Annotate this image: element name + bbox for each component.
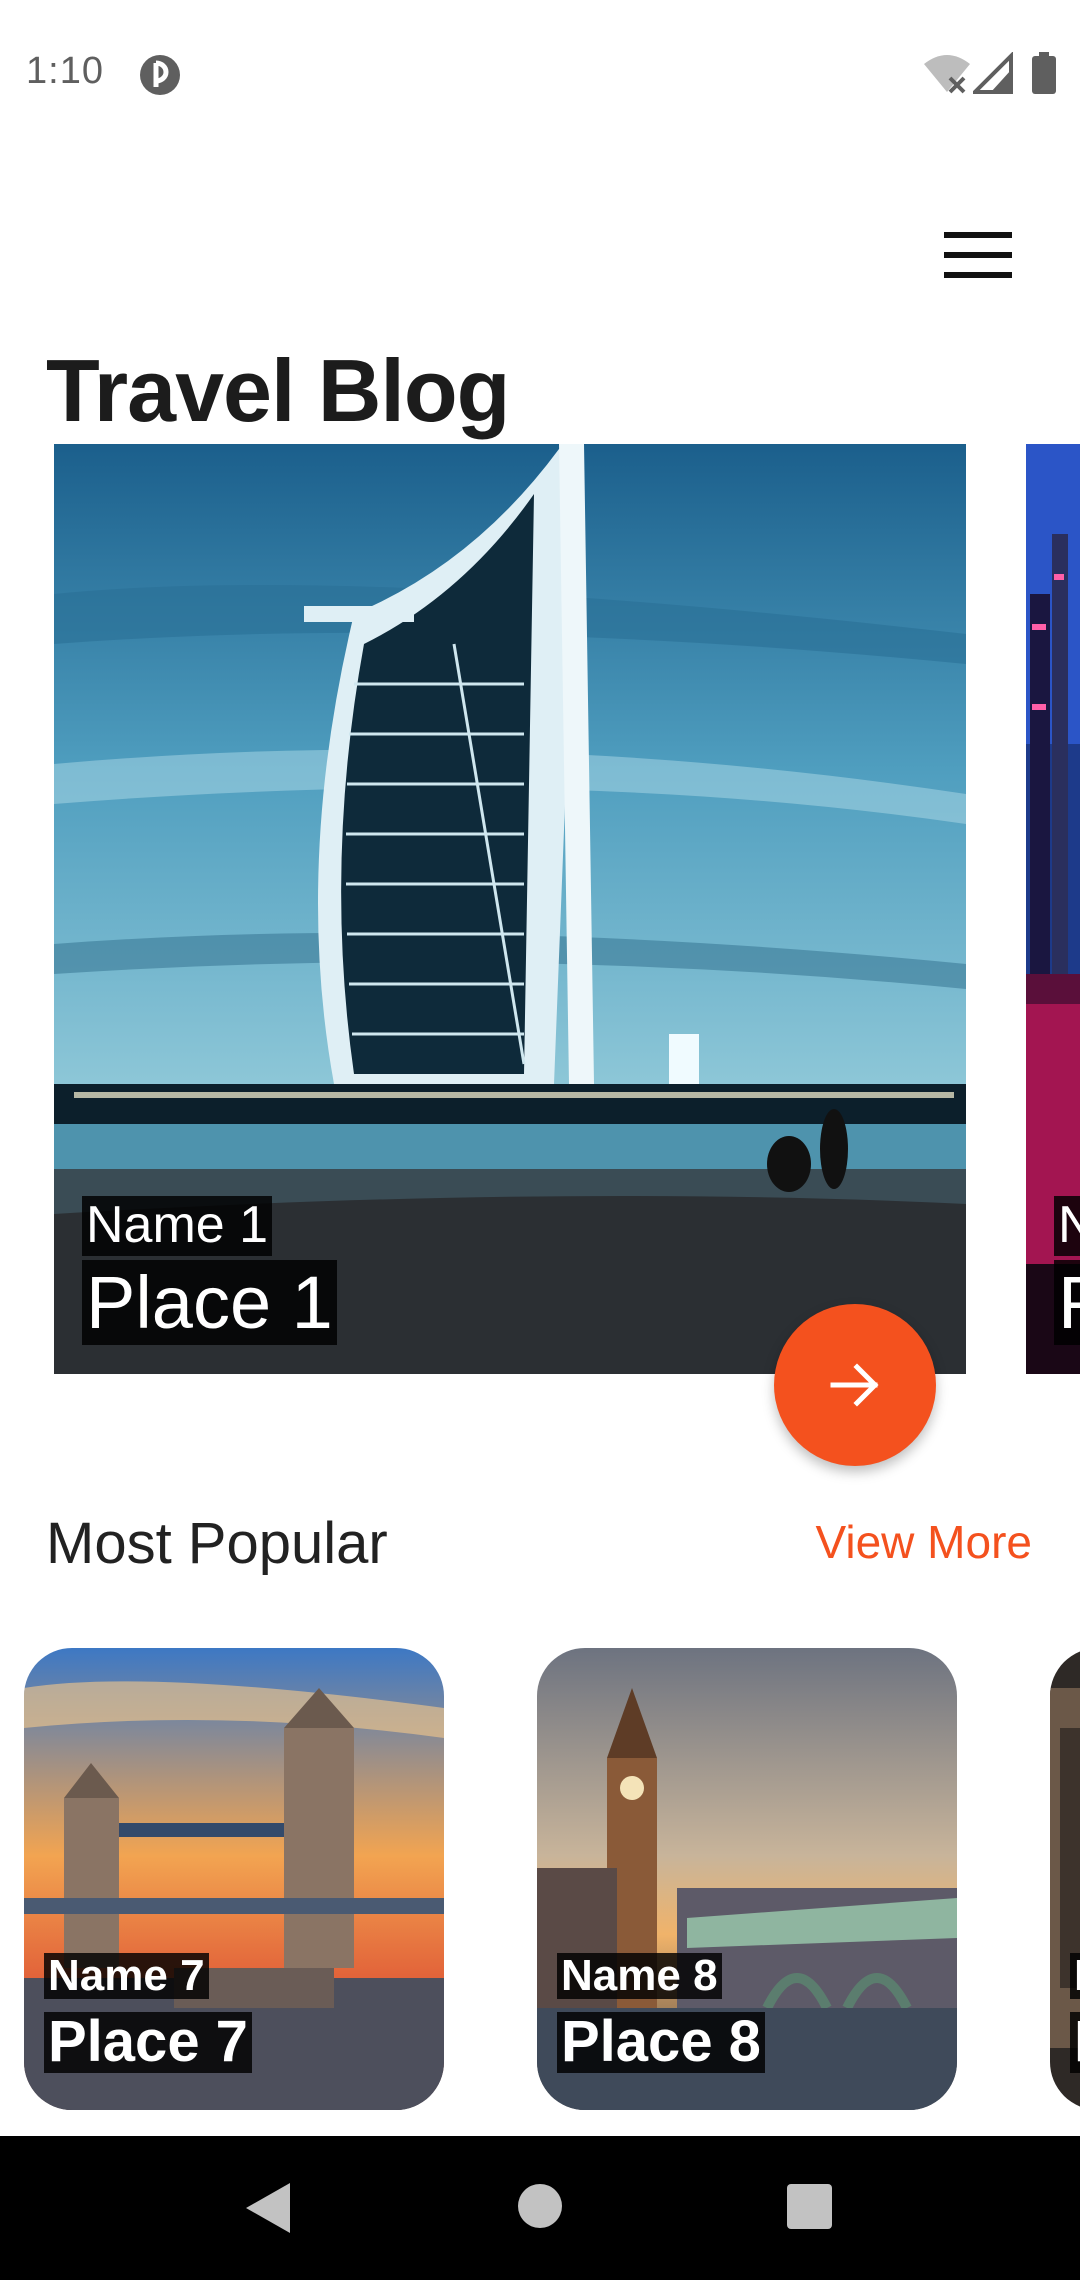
popular-name-8: Name 8 [557, 1952, 722, 2000]
recents-icon[interactable] [787, 2184, 832, 2229]
popular-place-7: Place 7 [44, 2011, 252, 2073]
status-bar: 1:10 [0, 0, 1080, 148]
popular-place-9: Place 9 [1070, 2011, 1080, 2073]
status-time: 1:10 [26, 50, 104, 92]
back-icon[interactable] [244, 2181, 292, 2235]
page-title: Travel Blog [46, 341, 510, 440]
featured-name-1: Name 1 [82, 1196, 273, 1256]
popular-name-7: Name 7 [44, 1952, 209, 2000]
popular-name-9: Name 9 [1070, 1952, 1080, 2000]
section-title-most-popular: Most Popular [46, 1511, 388, 1576]
app-notification-icon [140, 55, 180, 95]
arrow-right-icon [830, 1363, 879, 1407]
popular-place-8: Place 8 [557, 2011, 765, 2073]
battery-icon [1032, 52, 1056, 94]
next-button[interactable] [774, 1304, 936, 1466]
screen: 1:10 Travel Blog Name 1 Place 1 N Most P… [0, 0, 1080, 2280]
featured-card-2[interactable]: Name 2 Place 2 [1026, 444, 1080, 1374]
popular-card-8[interactable]: Name 8 Place 8 [537, 1648, 957, 2110]
signal-icon [973, 52, 1013, 94]
featured-place-1: Place 1 [82, 1260, 337, 1346]
featured-card-1[interactable]: Name 1 Place 1 [54, 444, 966, 1374]
hamburger-menu-icon[interactable] [930, 220, 1020, 290]
featured-place-2: Place 2 [1054, 1260, 1080, 1346]
popular-card-7[interactable]: Name 7 Place 7 [24, 1648, 444, 2110]
popular-card-9[interactable]: Name 9 Place 9 [1050, 1648, 1080, 2110]
home-icon[interactable] [518, 2184, 562, 2228]
view-more-link[interactable]: View More [816, 1515, 1032, 1569]
wifi-off-icon [924, 55, 970, 94]
featured-name-2: Name 2 [1054, 1196, 1080, 1256]
